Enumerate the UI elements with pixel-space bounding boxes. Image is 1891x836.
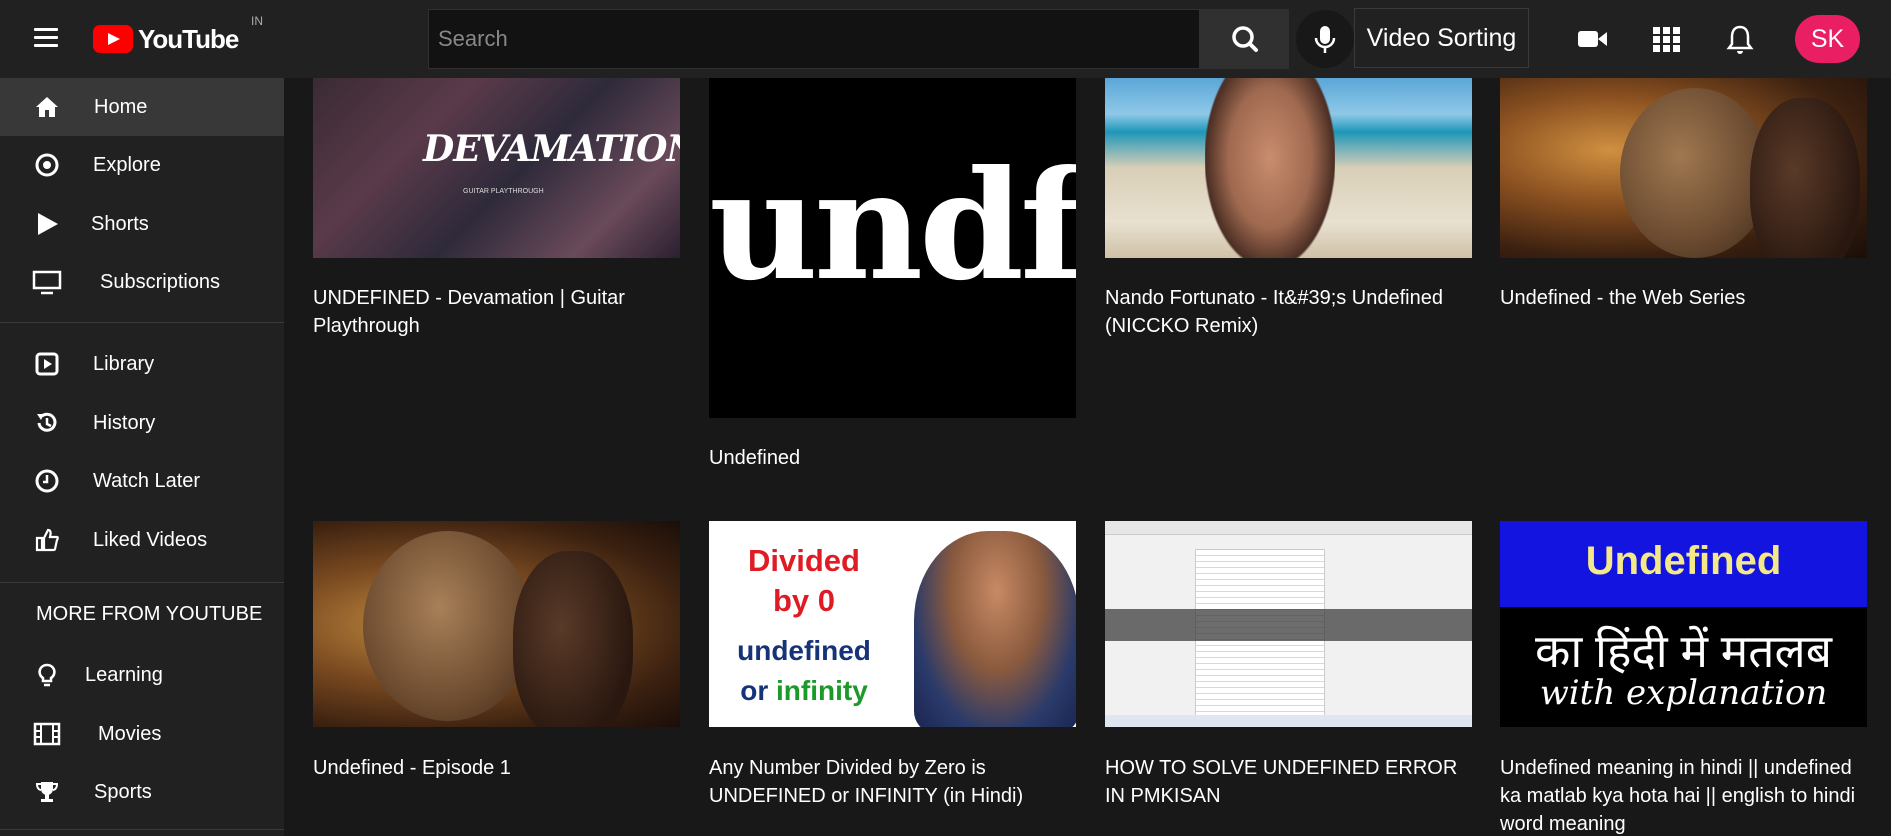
thumbnail-text: Divided	[748, 543, 860, 578]
sidebar-item-library[interactable]: Library	[0, 335, 284, 393]
sidebar-item-label: Explore	[93, 153, 161, 176]
search-icon	[1232, 26, 1258, 52]
video-title[interactable]: UNDEFINED - Devamation | Guitar Playthro…	[313, 284, 680, 340]
thumbnail-image	[1105, 715, 1472, 727]
video-thumbnail[interactable]: Divided by 0 undefined or infinity	[709, 521, 1076, 727]
menu-icon[interactable]	[34, 28, 58, 48]
youtube-play-icon	[93, 25, 133, 53]
create-video-icon[interactable]	[1576, 22, 1610, 56]
sidebar-item-label: Watch Later	[93, 469, 201, 492]
sidebar-item-label: Library	[93, 352, 155, 375]
thumbnail-text: undf	[709, 138, 1076, 314]
video-thumbnail[interactable]	[313, 521, 680, 727]
sidebar-item-label: Liked Videos	[93, 528, 208, 551]
lightbulb-icon	[32, 660, 62, 690]
sidebar-item-movies[interactable]: Movies	[0, 705, 284, 763]
compass-icon	[32, 150, 62, 180]
video-thumbnail[interactable]	[1105, 78, 1472, 258]
sidebar-item-label: Movies	[98, 722, 162, 745]
country-code: IN	[251, 14, 263, 28]
thumbnail-text: with explanation	[1539, 673, 1828, 713]
thumbnail-text: का हिंदी में मतलब	[1535, 625, 1832, 677]
sidebar-item-learning[interactable]: Learning	[0, 646, 284, 704]
video-thumbnail[interactable]: undf	[709, 78, 1076, 418]
video-title[interactable]: Undefined meaning in hindi || undefined …	[1500, 754, 1867, 836]
sidebar: Home Explore Shorts Subscriptions Librar…	[0, 78, 284, 836]
video-thumbnail[interactable]: DEVAMATION GUITAR PLAYTHROUGH	[313, 78, 680, 258]
thumbnail-image	[1105, 521, 1472, 535]
voice-search-button[interactable]	[1296, 10, 1354, 68]
library-icon	[32, 349, 62, 379]
logo-text: YouTube	[138, 23, 239, 54]
video-title[interactable]: Undefined - the Web Series	[1500, 284, 1867, 312]
sidebar-item-label: Learning	[85, 663, 163, 686]
sidebar-item-label: Subscriptions	[100, 270, 221, 293]
youtube-logo[interactable]: YouTube	[93, 22, 239, 56]
thumbnail-text: or infinity	[740, 675, 868, 706]
video-thumbnail[interactable]	[1500, 78, 1867, 258]
clock-icon	[32, 466, 62, 496]
search-input[interactable]	[429, 10, 1199, 68]
search-box	[428, 9, 1199, 69]
search-button[interactable]	[1199, 9, 1289, 69]
thumbnail-image	[1205, 78, 1335, 258]
thumbnail-text: DEVAMATION	[423, 128, 680, 170]
trophy-icon	[32, 777, 62, 807]
video-title[interactable]: Undefined - Episode 1	[313, 754, 680, 782]
thumbnail-image	[1620, 88, 1770, 258]
sidebar-item-label: History	[93, 411, 156, 434]
sidebar-item-history[interactable]: History	[0, 394, 284, 452]
thumbnail-image	[363, 531, 533, 721]
video-title[interactable]: Nando Fortunato - It&#39;s Undefined (NI…	[1105, 284, 1472, 340]
thumbnail-image	[1105, 609, 1472, 641]
more-from-youtube-heading: MORE FROM YOUTUBE	[36, 603, 263, 625]
sidebar-item-home[interactable]: Home	[0, 78, 284, 136]
film-icon	[32, 719, 62, 749]
sidebar-divider	[0, 582, 284, 583]
video-title[interactable]: Any Number Divided by Zero is UNDEFINED …	[709, 754, 1076, 810]
sidebar-divider	[0, 322, 284, 323]
sidebar-item-label: Shorts	[91, 212, 149, 235]
thumbnail-text: by 0	[772, 583, 836, 618]
sidebar-item-watch-later[interactable]: Watch Later	[0, 452, 284, 510]
microphone-icon	[1314, 26, 1336, 53]
top-header: YouTube IN Video Sorting	[0, 0, 1891, 78]
thumbnail-text: undefined	[737, 635, 871, 666]
thumbnail-subtext: GUITAR PLAYTHROUGH	[463, 188, 544, 195]
sidebar-item-subscriptions[interactable]: Subscriptions	[0, 253, 284, 311]
sidebar-item-explore[interactable]: Explore	[0, 136, 284, 194]
video-thumbnail[interactable]	[1105, 521, 1472, 727]
sidebar-item-liked-videos[interactable]: Liked Videos	[0, 511, 284, 569]
sidebar-divider	[0, 829, 284, 830]
home-icon	[32, 92, 62, 122]
video-title[interactable]: HOW TO SOLVE UNDEFINED ERROR IN PMKISAN	[1105, 754, 1472, 810]
thumbnail-image	[914, 531, 1076, 727]
apps-grid-icon[interactable]	[1650, 22, 1684, 56]
video-sorting-button[interactable]: Video Sorting	[1354, 8, 1529, 68]
thumbnail-image	[1750, 98, 1860, 258]
thumbnail-text: Undefined	[1585, 539, 1782, 583]
sidebar-item-label: Sports	[94, 780, 152, 803]
sidebar-item-sports[interactable]: Sports	[0, 763, 284, 821]
thumbnail-image	[513, 551, 633, 727]
user-avatar[interactable]: SK	[1795, 15, 1860, 63]
video-title[interactable]: Undefined	[709, 444, 1076, 472]
sidebar-item-shorts[interactable]: Shorts	[0, 195, 284, 253]
thumbs-up-icon	[32, 525, 62, 555]
play-icon	[32, 209, 62, 239]
sidebar-item-label: Home	[94, 95, 148, 118]
monitor-icon	[32, 267, 62, 297]
notifications-bell-icon[interactable]	[1723, 22, 1757, 56]
video-thumbnail[interactable]: Undefined का हिंदी में मतलब with explana…	[1500, 521, 1867, 727]
history-icon	[32, 408, 62, 438]
